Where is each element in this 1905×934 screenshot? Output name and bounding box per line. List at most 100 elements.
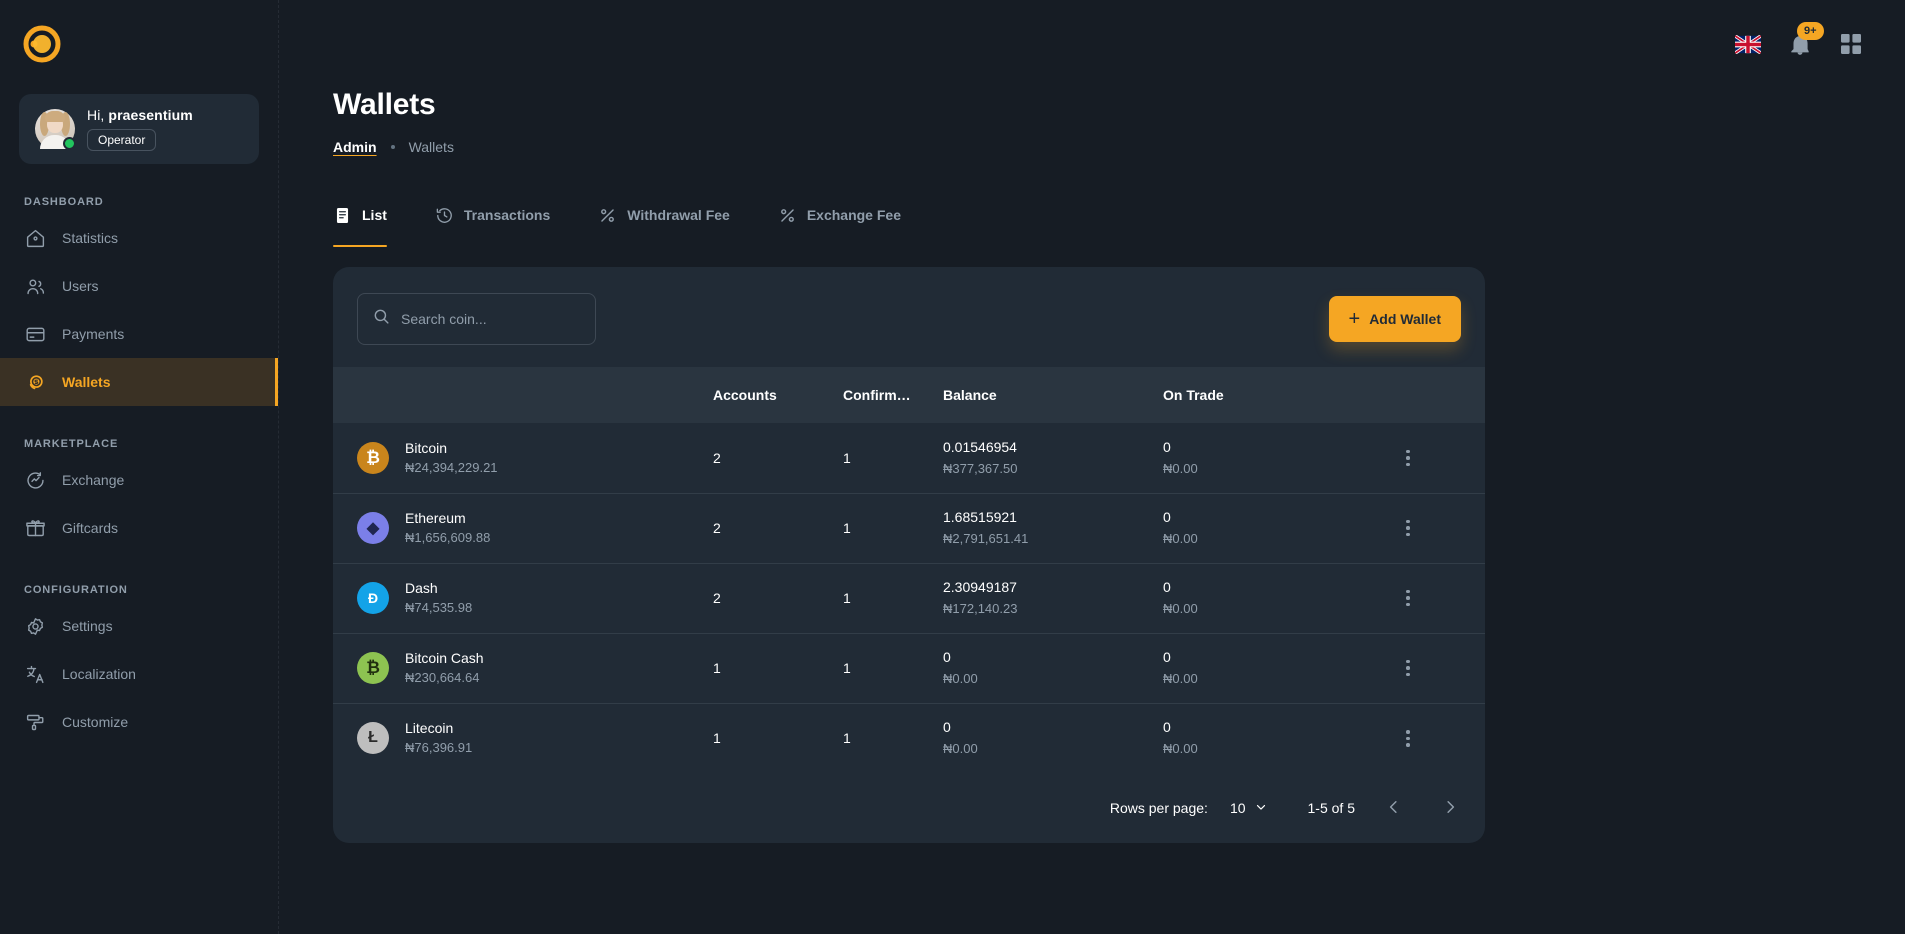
- sidebar-item-giftcards[interactable]: Giftcards: [0, 504, 278, 552]
- balance-value: 0: [943, 719, 951, 736]
- rows-per-page-label: Rows per page:: [1109, 800, 1208, 816]
- balance-fiat: ₦377,367.50: [943, 460, 1018, 476]
- table-row[interactable]: ₿ Bitcoin ₦24,394,229.21 2 1 0.01546954 …: [333, 423, 1485, 494]
- sidebar-item-label: Payments: [62, 326, 125, 342]
- uk-flag-icon[interactable]: [1735, 34, 1761, 54]
- chevron-left-icon: [1385, 798, 1403, 819]
- cell-confirmations: 1: [843, 423, 943, 494]
- percent-icon: [778, 206, 797, 225]
- column-header-coin: [333, 367, 713, 423]
- sidebar-item-label: Localization: [62, 666, 136, 682]
- avatar: [35, 109, 76, 150]
- pagination-range: 1-5 of 5: [1307, 800, 1355, 816]
- cell-balance: 1.68515921 ₦2,791,651.41: [943, 493, 1163, 564]
- rows-per-page-select[interactable]: 10: [1230, 800, 1268, 817]
- search-box[interactable]: [357, 293, 596, 345]
- notifications-badge: 9+: [1797, 22, 1824, 40]
- row-menu-icon[interactable]: [1393, 589, 1423, 607]
- sidebar-item-users[interactable]: Users: [0, 262, 278, 310]
- sidebar-item-wallets[interactable]: Wallets: [0, 358, 278, 406]
- ethereum-icon: ◆: [357, 512, 389, 544]
- row-menu-icon[interactable]: [1393, 449, 1423, 466]
- tab-label: List: [362, 207, 387, 223]
- table-row[interactable]: Ð Dash ₦74,535.98 2 1 2.30949187 ₦172,14…: [333, 563, 1485, 634]
- cell-accounts: 1: [713, 730, 721, 747]
- sidebar-item-settings[interactable]: Settings: [0, 602, 278, 650]
- coin-name: Ethereum: [405, 510, 466, 526]
- row-menu-icon[interactable]: [1393, 659, 1423, 677]
- on-trade-value: 0: [1163, 649, 1171, 665]
- wallets-table: Accounts Confirm… Balance On Trade ₿ Bit…: [333, 367, 1485, 773]
- main-area: 9+ Wallets Admin Wallets List Transactio…: [279, 0, 1905, 934]
- profile-card[interactable]: Hi, praesentium Operator: [19, 94, 259, 164]
- sidebar-item-customize[interactable]: Customize: [0, 698, 278, 746]
- sidebar-item-exchange[interactable]: Exchange: [0, 456, 278, 504]
- history-icon: [435, 206, 454, 225]
- row-menu-icon[interactable]: [1393, 519, 1423, 537]
- profile-username: praesentium: [108, 107, 193, 123]
- bitcoin-cash-icon: ₿: [357, 652, 389, 684]
- cell-actions: [1393, 563, 1485, 634]
- breadcrumb-root[interactable]: Admin: [333, 139, 377, 155]
- sidebar-item-localization[interactable]: Localization: [0, 650, 278, 698]
- cell-confirmations: 1: [843, 730, 851, 747]
- cell-accounts: 2: [713, 493, 843, 564]
- cell-coin: Ł Litecoin ₦76,396.91: [333, 703, 713, 773]
- cell-accounts: 2: [713, 563, 843, 634]
- on-trade-value: 0: [1163, 579, 1171, 595]
- sidebar-item-statistics[interactable]: Statistics: [0, 214, 278, 262]
- rows-per-page-value: 10: [1229, 800, 1246, 816]
- table-row[interactable]: ₿ Bitcoin Cash ₦230,664.64 1 1 0 ₦0.00 0…: [333, 633, 1485, 704]
- next-page-button[interactable]: [1433, 791, 1467, 825]
- grid-apps-icon[interactable]: [1839, 32, 1863, 56]
- on-trade-fiat: ₦0.00: [1163, 671, 1198, 686]
- notifications-button[interactable]: 9+: [1787, 22, 1824, 57]
- page-title: Wallets: [333, 88, 436, 121]
- on-trade-fiat: ₦0.00: [1163, 741, 1198, 757]
- tab-label: Transactions: [463, 207, 551, 223]
- column-header-actions: [1393, 367, 1485, 423]
- balance-value: 2.30949187: [943, 579, 1017, 595]
- cell-accounts: 1: [713, 633, 843, 704]
- balance-value: 0: [943, 649, 951, 665]
- tab-exchange-fee[interactable]: Exchange Fee: [778, 197, 901, 247]
- dash-icon: Ð: [357, 582, 389, 614]
- brand-logo[interactable]: [0, 0, 278, 70]
- coin-rate: ₦24,394,229.21: [405, 459, 498, 475]
- sidebar-item-label: Customize: [62, 714, 129, 730]
- coin-name: Dash: [405, 580, 438, 596]
- breadcrumb-current: Wallets: [408, 139, 454, 155]
- cell-confirmations: 1: [843, 493, 943, 564]
- table-row[interactable]: ◆ Ethereum ₦1,656,609.88 2 1 1.68515921 …: [333, 493, 1485, 564]
- cell-actions: [1393, 703, 1485, 773]
- column-header-balance: Balance: [943, 367, 1163, 423]
- sidebar-item-label: Settings: [62, 618, 113, 634]
- add-wallet-button[interactable]: + Add Wallet: [1328, 296, 1461, 342]
- circle-c-logo-icon[interactable]: [22, 24, 62, 64]
- sidebar-section-title: MARKETPLACE: [24, 438, 119, 450]
- list-icon: [333, 206, 352, 225]
- search-input[interactable]: [401, 311, 561, 327]
- prev-page-button[interactable]: [1377, 791, 1411, 825]
- on-trade-value: 0: [1163, 509, 1171, 525]
- app-root: Hi, praesentium Operator DASHBOARD Stati…: [0, 0, 1905, 934]
- bitcoin-icon: ₿: [357, 441, 389, 474]
- cell-on-trade: 0 ₦0.00: [1163, 493, 1393, 564]
- home-icon: [24, 227, 46, 249]
- tab-transactions[interactable]: Transactions: [435, 197, 550, 247]
- row-menu-icon[interactable]: [1393, 730, 1423, 747]
- tab-list[interactable]: List: [333, 197, 387, 247]
- coin-name: Litecoin: [405, 720, 454, 737]
- gear-icon: [24, 615, 46, 637]
- cell-on-trade: 0 ₦0.00: [1163, 563, 1393, 634]
- column-header-confirmations: Confirm…: [843, 367, 943, 423]
- chevron-right-icon: [1441, 798, 1459, 819]
- cell-coin: Ð Dash ₦74,535.98: [333, 563, 713, 634]
- table-row[interactable]: Ł Litecoin ₦76,396.91 1 1 0 ₦0.00 0 ₦0.0…: [333, 703, 1485, 773]
- tab-withdrawal-fee[interactable]: Withdrawal Fee: [598, 197, 730, 247]
- tab-label: Exchange Fee: [806, 207, 901, 223]
- on-trade-fiat: ₦0.00: [1163, 460, 1198, 476]
- sidebar: Hi, praesentium Operator DASHBOARD Stati…: [0, 0, 279, 934]
- page-content: Wallets Admin Wallets List Transactions …: [279, 88, 1905, 843]
- sidebar-item-payments[interactable]: Payments: [0, 310, 278, 358]
